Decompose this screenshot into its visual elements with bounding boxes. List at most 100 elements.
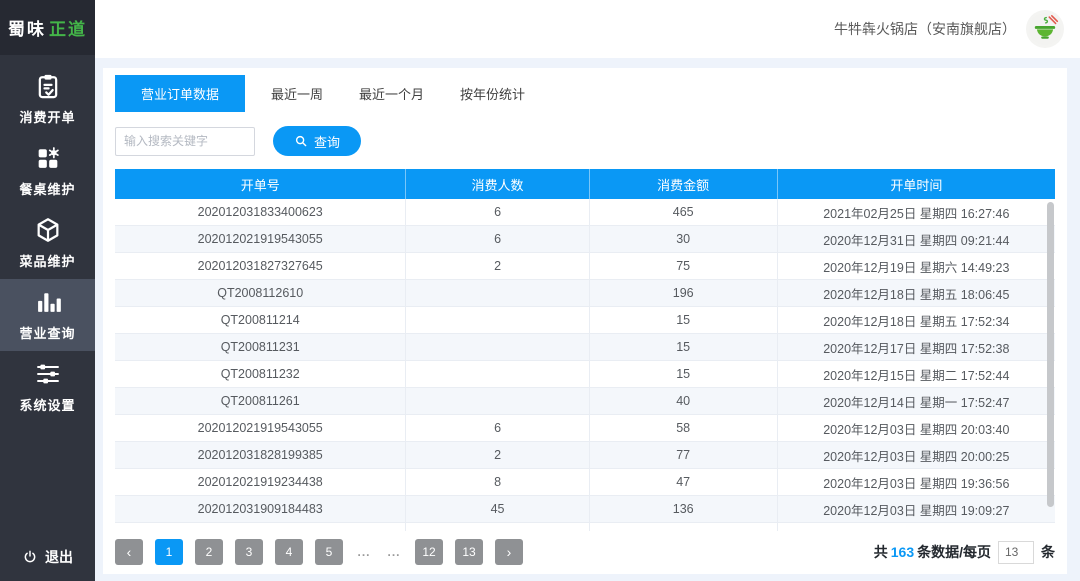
table-cell xyxy=(406,388,589,414)
pagination-page-13[interactable]: 13 xyxy=(455,539,483,565)
sidebar-item-open-order[interactable]: 消费开单 xyxy=(0,63,95,135)
table-cell xyxy=(406,280,589,306)
pagination-prev-button[interactable]: ‹ xyxy=(115,539,143,565)
table-cell: 6 xyxy=(406,226,589,252)
column-header: 消费金额 xyxy=(590,169,778,199)
logout-button[interactable]: 退出 xyxy=(0,547,95,567)
orders-table: 开单号消费人数消费金额开单时间 202012031833400623646520… xyxy=(115,169,1055,531)
table-cell: 2020年12月03日 星期四 20:00:25 xyxy=(778,442,1055,468)
table-cell: 75 xyxy=(590,253,778,279)
table-cell: 45 xyxy=(406,496,589,522)
table-cell: 465 xyxy=(590,199,778,225)
table-cell: 2020年12月17日 星期四 17:52:38 xyxy=(778,334,1055,360)
table-cell: 6 xyxy=(406,199,589,225)
total-count: 163 xyxy=(891,544,914,560)
table-row: QT200811231152020年12月17日 星期四 17:52:38 xyxy=(115,334,1055,361)
sidebar-item-label: 餐桌维护 xyxy=(19,179,75,198)
sidebar-item-system-settings[interactable]: 系统设置 xyxy=(0,351,95,423)
table-cell: 15 xyxy=(590,334,778,360)
pagination-page-4[interactable]: 4 xyxy=(275,539,303,565)
pagination-page-3[interactable]: 3 xyxy=(235,539,263,565)
table-cell: QT200811214 xyxy=(115,307,406,333)
table-row: 2020120318273276452752020年12月19日 星期六 14:… xyxy=(115,253,1055,280)
app-logo: 蜀味 正道 xyxy=(0,0,95,55)
table-cell: 202012021919543055 xyxy=(115,226,406,252)
table-cell xyxy=(115,523,406,531)
tab-business-orders[interactable]: 营业订单数据 xyxy=(115,75,245,112)
table-cell: 2020年12月03日 星期四 19:36:56 xyxy=(778,469,1055,495)
table-cell: QT200811261 xyxy=(115,388,406,414)
table-row: 2020120219195430556582020年12月03日 星期四 20:… xyxy=(115,415,1055,442)
sidebar-item-label: 系统设置 xyxy=(19,395,75,414)
record-count-info: 共 163 条数据/每页 条 xyxy=(874,541,1055,564)
table-cell: 77 xyxy=(590,442,778,468)
table-cell: 2 xyxy=(406,253,589,279)
table-cell: 30 xyxy=(590,226,778,252)
table-cell: 136 xyxy=(590,496,778,522)
pagination-page-12[interactable]: 12 xyxy=(415,539,443,565)
bottom-row: ‹12345......1213› 共 163 条数据/每页 条 xyxy=(115,538,1055,566)
table-row: 202012031909184483451362020年12月03日 星期四 1… xyxy=(115,496,1055,523)
sidebar-item-label: 菜品维护 xyxy=(19,251,75,270)
table-scrollbar[interactable] xyxy=(1047,202,1054,507)
content-panel: 营业订单数据最近一周最近一个月按年份统计 查询 开单号消费人数消费金额开单时间 … xyxy=(103,68,1067,574)
pagination-page-5[interactable]: 5 xyxy=(315,539,343,565)
page-size-input[interactable] xyxy=(998,541,1034,564)
sidebar-item-dish-maintain[interactable]: 菜品维护 xyxy=(0,207,95,279)
search-input[interactable] xyxy=(115,127,255,156)
table-row: 2020120318281993852772020年12月03日 星期四 20:… xyxy=(115,442,1055,469)
table-row: QT200811214152020年12月18日 星期五 17:52:34 xyxy=(115,307,1055,334)
search-button-label: 查询 xyxy=(314,132,340,151)
table-row: QT20081126101962020年12月18日 星期五 18:06:45 xyxy=(115,280,1055,307)
table-cell xyxy=(406,334,589,360)
clipboard-icon xyxy=(34,72,62,100)
sliders-icon xyxy=(34,360,62,388)
table-cell: 202012021919543055 xyxy=(115,415,406,441)
tab-by-year[interactable]: 按年份统计 xyxy=(460,75,525,112)
table-body: 20201203183340062364652021年02月25日 星期四 16… xyxy=(115,199,1055,531)
search-button[interactable]: 查询 xyxy=(273,126,361,156)
sidebar-item-label: 营业查询 xyxy=(19,323,75,342)
search-icon xyxy=(294,134,308,148)
table-cell: 196 xyxy=(590,280,778,306)
sidebar-item-label: 消费开单 xyxy=(19,107,75,126)
table-cell: 2020年12月18日 星期五 18:06:45 xyxy=(778,280,1055,306)
total-suffix: 条数据/每页 xyxy=(917,542,991,562)
tab-bar: 营业订单数据最近一周最近一个月按年份统计 xyxy=(115,75,1055,112)
pagination: ‹12345......1213› xyxy=(115,539,523,565)
table-row: QT200811232 152020年12月15日 星期二 17:52:44 xyxy=(115,361,1055,388)
table-cell xyxy=(406,523,589,531)
sidebar-item-table-maintain[interactable]: 餐桌维护 xyxy=(0,135,95,207)
table-cell: 2020年12月03日 星期四 20:03:40 xyxy=(778,415,1055,441)
table-cell: 2021年02月25日 星期四 16:27:46 xyxy=(778,199,1055,225)
table-cell: 2020年12月15日 星期二 17:52:44 xyxy=(778,361,1055,387)
table-cell: 6 xyxy=(406,415,589,441)
logo-text-accent: 正道 xyxy=(49,15,87,40)
table-cell: 2020年12月03日 星期四 19:09:27 xyxy=(778,496,1055,522)
sidebar-item-business-query[interactable]: 营业查询 xyxy=(0,279,95,351)
pagination-next-button[interactable]: › xyxy=(495,539,523,565)
sidebar-menu: 消费开单餐桌维护菜品维护营业查询系统设置 xyxy=(0,63,95,423)
search-row: 查询 xyxy=(115,126,1055,156)
table-cell xyxy=(778,523,1055,531)
column-header: 开单号 xyxy=(115,169,406,199)
tab-last-week[interactable]: 最近一周 xyxy=(271,75,323,112)
pagination-page-1[interactable]: 1 xyxy=(155,539,183,565)
table-cell: 202012031828199385 xyxy=(115,442,406,468)
pagination-page-2[interactable]: 2 xyxy=(195,539,223,565)
table-cell: 202012031909184483 xyxy=(115,496,406,522)
table-cell: 15 xyxy=(590,361,778,387)
table-cell: 58 xyxy=(590,415,778,441)
table-header: 开单号消费人数消费金额开单时间 xyxy=(115,169,1055,199)
tab-last-month[interactable]: 最近一个月 xyxy=(359,75,424,112)
table-cell: QT200811232 xyxy=(115,361,406,387)
logout-label: 退出 xyxy=(45,547,73,567)
table-row-partial xyxy=(115,523,1055,531)
column-header: 开单时间 xyxy=(778,169,1055,199)
table-cell: 15 xyxy=(590,307,778,333)
topbar: 牛牪犇火锅店（安南旗舰店） xyxy=(95,0,1080,58)
table-row: 2020120219195430556302020年12月31日 星期四 09:… xyxy=(115,226,1055,253)
table-cell: 2020年12月19日 星期六 14:49:23 xyxy=(778,253,1055,279)
pagination-ellipsis: ... xyxy=(355,545,373,559)
table-cell: 47 xyxy=(590,469,778,495)
